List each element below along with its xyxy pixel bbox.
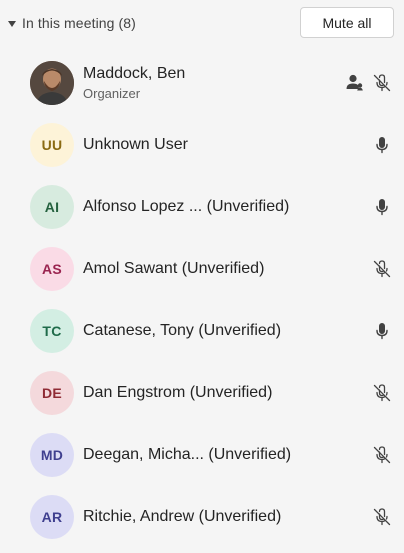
participants-header: In this meeting (8) Mute all bbox=[0, 0, 404, 46]
participant-name: Unknown User bbox=[83, 136, 188, 153]
participant-info: Deegan, Micha... (Unverified) bbox=[83, 446, 291, 464]
participant-name: Alfonso Lopez ... (Unverified) bbox=[83, 198, 290, 215]
participant-name: Maddock, Ben bbox=[83, 65, 186, 82]
mic-icon[interactable] bbox=[371, 320, 393, 342]
caret-down-icon bbox=[8, 20, 16, 27]
mic-off-icon[interactable] bbox=[371, 382, 393, 404]
participant-row[interactable]: MD Deegan, Micha... (Unverified) bbox=[0, 424, 404, 486]
avatar-photo-icon bbox=[30, 61, 74, 105]
participant-name: Amol Sawant (Unverified) bbox=[83, 260, 265, 277]
avatar: AI bbox=[30, 185, 74, 229]
in-meeting-section-toggle[interactable]: In this meeting (8) bbox=[8, 12, 136, 34]
participant-info: Alfonso Lopez ... (Unverified) bbox=[83, 198, 289, 216]
participant-row[interactable]: AI Alfonso Lopez ... (Unverified) bbox=[0, 176, 404, 238]
participant-row[interactable]: UU Unknown User bbox=[0, 114, 404, 176]
mic-off-icon[interactable] bbox=[371, 506, 393, 528]
participants-panel: In this meeting (8) Mute all Maddock, Be… bbox=[0, 0, 404, 553]
participant-row[interactable]: AS Amol Sawant (Unverified) bbox=[0, 238, 404, 300]
participant-row[interactable]: AR Ritchie, Andrew (Unverified) bbox=[0, 486, 404, 548]
participant-row[interactable]: Maddock, Ben Organizer bbox=[0, 52, 404, 114]
avatar: AS bbox=[30, 247, 74, 291]
participant-info: Catanese, Tony (Unverified) bbox=[83, 322, 281, 340]
participant-name: Catanese, Tony (Unverified) bbox=[83, 322, 282, 339]
participant-role: Organizer bbox=[83, 86, 141, 101]
participant-info: Maddock, Ben Organizer bbox=[83, 65, 185, 101]
participant-info: Unknown User bbox=[83, 136, 188, 154]
mute-all-button[interactable]: Mute all bbox=[300, 7, 394, 38]
participant-row[interactable]: TC Catanese, Tony (Unverified) bbox=[0, 300, 404, 362]
participant-name: Deegan, Micha... (Unverified) bbox=[83, 446, 292, 463]
avatar: AR bbox=[30, 495, 74, 539]
mic-icon[interactable] bbox=[371, 134, 393, 156]
avatar: DE bbox=[30, 371, 74, 415]
avatar bbox=[30, 61, 74, 105]
avatar: MD bbox=[30, 433, 74, 477]
participant-info: Amol Sawant (Unverified) bbox=[83, 260, 264, 278]
mic-off-icon[interactable] bbox=[371, 258, 393, 280]
participant-row[interactable]: DE Dan Engstrom (Unverified) bbox=[0, 362, 404, 424]
participant-name: Ritchie, Andrew (Unverified) bbox=[83, 508, 282, 525]
section-title: In this meeting (8) bbox=[22, 15, 136, 31]
mic-off-icon[interactable] bbox=[371, 72, 393, 94]
mic-icon[interactable] bbox=[371, 196, 393, 218]
participant-name: Dan Engstrom (Unverified) bbox=[83, 384, 273, 401]
participant-info: Dan Engstrom (Unverified) bbox=[83, 384, 272, 402]
people-icon bbox=[344, 72, 366, 94]
mic-off-icon[interactable] bbox=[371, 444, 393, 466]
participant-info: Ritchie, Andrew (Unverified) bbox=[83, 508, 281, 526]
avatar: TC bbox=[30, 309, 74, 353]
participant-list: Maddock, Ben Organizer UU Unknown User A… bbox=[0, 52, 404, 548]
avatar: UU bbox=[30, 123, 74, 167]
